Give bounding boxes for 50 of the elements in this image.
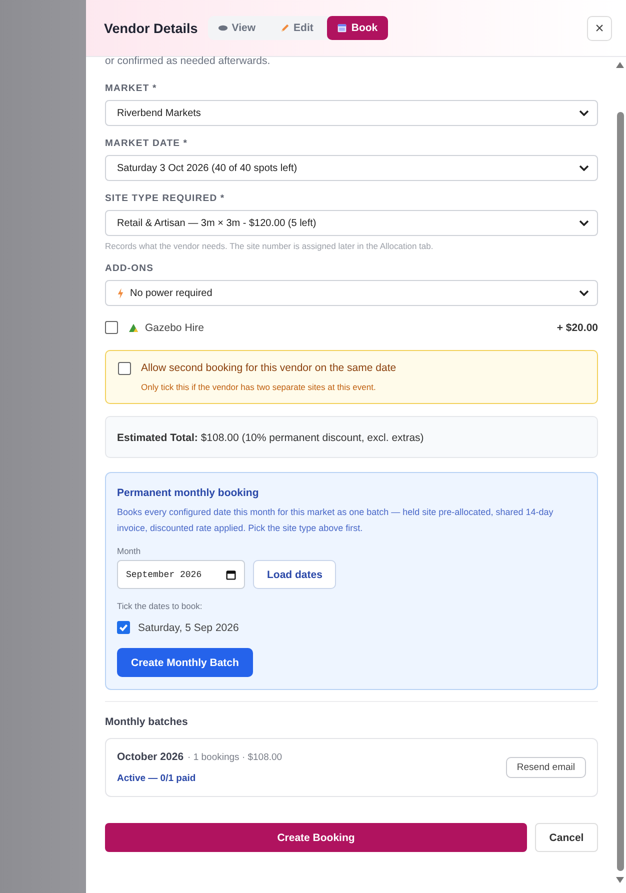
description-text: Books every configured date this month for this market as one batch — held site pre-allocated, shared 14-day invoice, discounted rate applied. Pick the site type above first.: [117, 506, 554, 535]
field-label: Tick the dates to book:: [117, 601, 202, 611]
hint-text: Records what the vendor needs. The site number is assigned later in the Allocation tab.: [105, 241, 434, 251]
tent-icon: [128, 323, 139, 332]
create-batch-button[interactable]: Create Monthly Batch: [117, 648, 253, 677]
field-label: SITE TYPE REQUIRED *: [105, 193, 226, 204]
field-label: MARKET DATE *: [105, 138, 189, 149]
month-field[interactable]: September 2026: [117, 560, 245, 589]
tab[interactable]: View: [208, 16, 266, 40]
cancel-button[interactable]: Cancel: [535, 823, 598, 852]
estimate-text: Estimated Total: $108.00 (10% permanent discount, excl. extras): [117, 432, 424, 444]
addon-price: + $20.00: [556, 322, 598, 334]
select-field[interactable]: Riverbend Markets: [105, 100, 598, 126]
warning-note: Only tick this if the vendor has two separate sites at this event.: [141, 382, 377, 392]
section-title: Monthly batches: [105, 716, 189, 728]
eye-icon: [218, 23, 228, 33]
chevron-icon: [579, 165, 589, 171]
select-field[interactable]: No power required: [105, 280, 598, 306]
checkbox-label: Allow second booking for this vendor on the same date: [141, 362, 396, 374]
addon-label: Gazebo Hire: [145, 322, 204, 334]
lightning-icon: [117, 288, 124, 298]
select-field[interactable]: Saturday 3 Oct 2026 (40 of 40 spots left): [105, 155, 598, 181]
checkbox[interactable]: [118, 362, 131, 375]
calendar-icon: [337, 23, 348, 33]
field-label: Month: [117, 546, 141, 556]
close-button[interactable]: ×: [587, 16, 612, 40]
checkbox[interactable]: [117, 621, 130, 634]
section-title: Permanent monthly booking: [117, 487, 259, 499]
load-dates-button[interactable]: Load dates: [253, 560, 336, 589]
field-label: MARKET *: [105, 83, 158, 94]
pencil-icon: [280, 23, 290, 33]
intro-text: or confirmed as needed afterwards.: [105, 55, 272, 67]
calendar-icon: [226, 570, 236, 580]
scroll-up-icon[interactable]: [616, 62, 624, 68]
tab[interactable]: Edit: [270, 16, 324, 40]
modal-title: Vendor Details: [104, 20, 198, 36]
date-label: Saturday, 5 Sep 2026: [138, 622, 239, 634]
checkbox[interactable]: [105, 321, 118, 334]
field-label: ADD-ONS: [105, 263, 155, 274]
chevron-icon: [579, 290, 589, 296]
chevron-icon: [579, 110, 589, 116]
tab[interactable]: Book: [327, 16, 388, 40]
scroll-down-icon[interactable]: [616, 877, 624, 883]
batch-month: October 2026: [117, 751, 184, 763]
create-booking-button[interactable]: Create Booking: [105, 823, 527, 852]
chevron-icon: [579, 220, 589, 226]
batch-details: · 1 bookings · $108.00: [188, 752, 282, 763]
resend-email-button[interactable]: Resend email: [506, 757, 586, 778]
select-field[interactable]: Retail & Artisan — 3m × 3m - $120.00 (5 left): [105, 210, 598, 236]
batch-status: Active — 0/1 paid: [117, 773, 197, 784]
